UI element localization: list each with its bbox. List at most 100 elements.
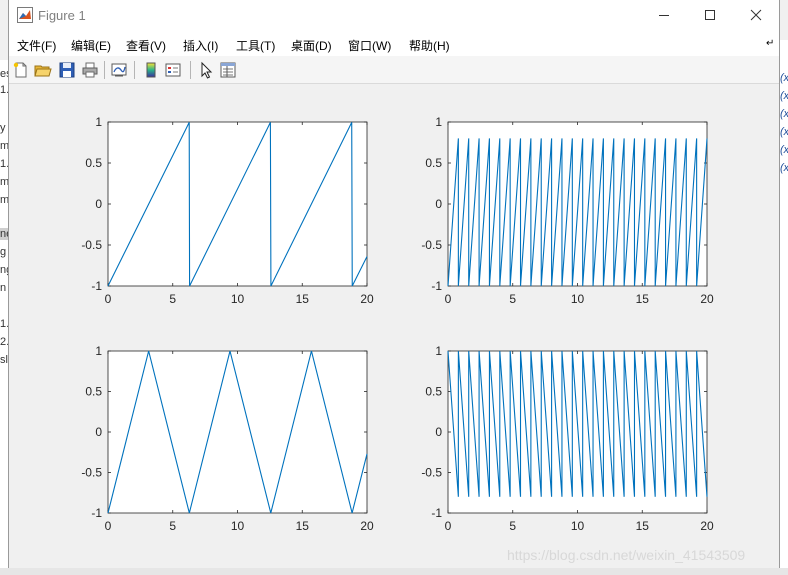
background-text: ne <box>0 228 8 240</box>
y-tick-label: -0.5 <box>81 238 102 252</box>
axes-box <box>107 350 368 514</box>
maximize-button[interactable] <box>687 0 733 30</box>
menu-bar: 文件(F) 编辑(E) 查看(V) 插入(I) 工具(T) 桌面(D) 窗口(W… <box>9 32 779 56</box>
open-file-icon[interactable] <box>34 61 52 79</box>
edit-plot-arrow-icon[interactable] <box>197 61 215 79</box>
menu-edit[interactable]: 编辑(E) <box>71 37 111 54</box>
x-tick-label: 20 <box>700 292 714 306</box>
background-text: m <box>0 194 8 206</box>
x-tick-label: 15 <box>636 292 650 306</box>
y-tick-label: -1 <box>431 279 442 293</box>
y-tick-label: 1 <box>95 344 102 358</box>
y-tick-label: -0.5 <box>421 466 442 480</box>
figure-window: Figure 1 文件(F) 编辑(E) 查看(V) 插入(I) 工具(T) 桌… <box>8 0 780 568</box>
subplot-sawtooth-slow[interactable]: 0 5 10 15 20 -1 -0.5 0 0.5 1 <box>81 115 374 306</box>
background-window-left: es 1. y m 1. m m ne g ng n 1. 2. sl <box>0 60 8 570</box>
x-tick-label: 0 <box>105 519 112 533</box>
subplot-reverse-sawtooth-fast[interactable]: 0 5 10 15 20 -1 -0.5 0 0.5 1 <box>421 344 714 533</box>
background-text: (x <box>780 126 788 138</box>
x-tick-label: 20 <box>360 519 374 533</box>
x-tick-label: 0 <box>105 292 112 306</box>
background-text: (x <box>780 144 788 156</box>
y-tick-label: 0.5 <box>425 156 442 170</box>
y-tick-label: 0.5 <box>85 156 102 170</box>
toolbar-separator <box>134 61 135 79</box>
menu-file[interactable]: 文件(F) <box>17 37 56 54</box>
toolbar <box>9 56 779 84</box>
y-tick-label: 1 <box>95 115 102 129</box>
new-figure-icon[interactable] <box>12 61 30 79</box>
x-tick-label: 10 <box>231 292 245 306</box>
menu-view[interactable]: 查看(V) <box>126 37 166 54</box>
minimize-icon <box>659 15 669 16</box>
x-tick-label: 5 <box>509 292 516 306</box>
toolbar-separator <box>104 61 105 79</box>
background-text: g <box>0 246 7 258</box>
background-text: (x <box>780 108 788 120</box>
menu-tools[interactable]: 工具(T) <box>236 37 275 54</box>
background-text: 1. <box>0 318 8 330</box>
background-text: sl <box>0 354 8 366</box>
axes-box <box>447 350 708 514</box>
y-tick-label: 0 <box>435 425 442 439</box>
figure-canvas[interactable]: 0 5 10 15 20 -1 -0.5 0 0.5 1 0 5 10 15 20 -1 -0.5 0 0.5 1 0 5… <box>9 84 779 568</box>
close-button[interactable] <box>733 0 779 30</box>
background-text: y <box>0 122 6 134</box>
property-inspector-icon[interactable] <box>219 61 237 79</box>
subplot-sawtooth-fast[interactable]: 0 5 10 15 20 -1 -0.5 0 0.5 1 <box>421 115 714 306</box>
x-tick-label: 10 <box>571 292 585 306</box>
y-tick-label: 1 <box>435 115 442 129</box>
x-tick-label: 5 <box>169 292 176 306</box>
x-tick-label: 10 <box>231 519 245 533</box>
y-tick-label: -1 <box>91 279 102 293</box>
minimize-button[interactable] <box>641 0 687 30</box>
y-tick-label: -1 <box>431 506 442 520</box>
background-text: m <box>0 140 8 152</box>
y-tick-label: 1 <box>435 344 442 358</box>
toolbar-separator <box>190 61 191 79</box>
title-bar[interactable]: Figure 1 <box>9 0 779 32</box>
background-text: 1. <box>0 84 8 96</box>
menu-desktop[interactable]: 桌面(D) <box>291 37 332 54</box>
close-icon <box>750 9 762 21</box>
y-tick-label: 0 <box>95 425 102 439</box>
colorbar-icon[interactable] <box>142 61 160 79</box>
menu-insert[interactable]: 插入(I) <box>183 37 218 54</box>
link-plot-icon[interactable] <box>110 61 128 79</box>
y-tick-label: -0.5 <box>81 466 102 480</box>
background-text: 1. <box>0 158 8 170</box>
axes-box <box>107 121 368 287</box>
x-tick-label: 5 <box>509 519 516 533</box>
background-text: (x <box>780 162 788 174</box>
print-icon[interactable] <box>81 61 99 79</box>
x-tick-label: 20 <box>360 292 374 306</box>
subplot-triangle[interactable]: 0 5 10 15 20 -1 -0.5 0 0.5 1 <box>81 344 374 533</box>
menu-window[interactable]: 窗口(W) <box>348 37 391 54</box>
y-tick-label: 0.5 <box>425 385 442 399</box>
background-text: n <box>0 282 7 294</box>
y-tick-label: -1 <box>91 506 102 520</box>
y-tick-label: 0.5 <box>85 385 102 399</box>
x-tick-label: 0 <box>445 292 452 306</box>
background-text: (x <box>780 72 788 84</box>
save-icon[interactable] <box>58 61 76 79</box>
subplot-grid: 0 5 10 15 20-1-0.500.510 5 10 15 20-1-0.500.510 5… <box>81 115 714 533</box>
axes-box <box>447 121 708 287</box>
y-tick-label: 0 <box>435 197 442 211</box>
x-tick-label: 5 <box>169 519 176 533</box>
x-tick-label: 15 <box>296 519 310 533</box>
background-text: (x <box>780 90 788 102</box>
background-text: es <box>0 68 8 80</box>
legend-icon[interactable] <box>164 61 182 79</box>
maximize-icon <box>705 10 715 20</box>
x-tick-label: 10 <box>571 519 585 533</box>
background-text: m <box>0 176 8 188</box>
background-window-right: (x (x (x (x (x (x <box>780 40 788 575</box>
watermark: https://blog.csdn.net/weixin_41543509 <box>507 547 746 563</box>
dock-arrow-icon[interactable]: ↵ <box>766 38 774 49</box>
x-tick-label: 20 <box>700 519 714 533</box>
background-text: 2. <box>0 336 8 348</box>
x-tick-label: 15 <box>636 519 650 533</box>
menu-help[interactable]: 帮助(H) <box>409 37 450 54</box>
x-tick-label: 15 <box>296 292 310 306</box>
